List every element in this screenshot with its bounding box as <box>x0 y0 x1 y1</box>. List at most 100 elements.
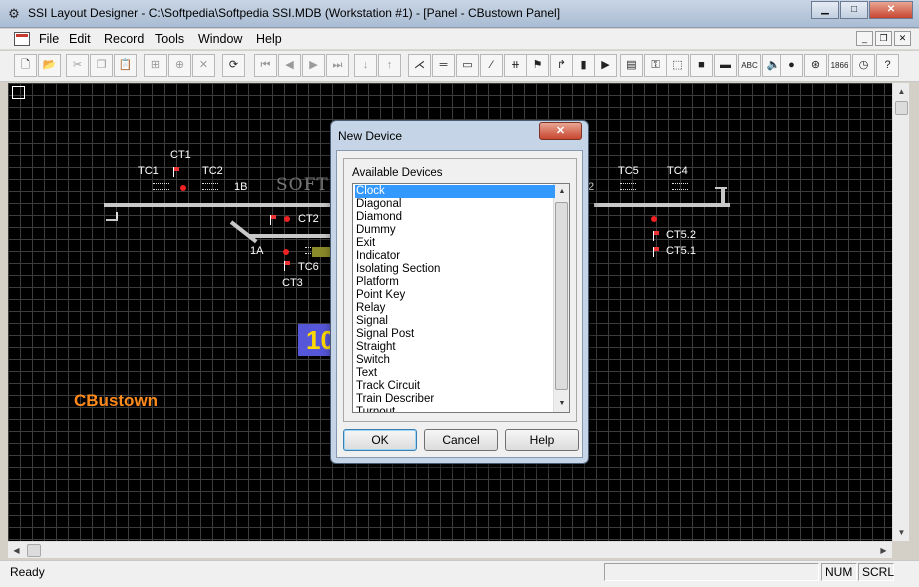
mdi-minimize-button[interactable]: _ <box>856 31 873 46</box>
platform-icon[interactable]: ▭ <box>456 54 479 77</box>
listbox-scrollbar[interactable]: ▲ ▼ <box>553 184 569 412</box>
text-icon[interactable]: ABC <box>738 54 761 77</box>
route-icon[interactable]: ▶ <box>594 54 617 77</box>
straight-icon[interactable]: ═ <box>432 54 455 77</box>
first-record-icon[interactable]: ⏮ <box>254 54 277 77</box>
list-item[interactable]: Relay <box>355 302 555 315</box>
label-tc2: TC2 <box>202 165 223 177</box>
list-item[interactable]: Signal <box>355 315 555 328</box>
list-item[interactable]: Switch <box>355 354 555 367</box>
list-item[interactable]: Platform <box>355 276 555 289</box>
track-diagonal <box>229 220 258 244</box>
help-button[interactable]: Help <box>505 429 579 451</box>
list-item[interactable]: Diagonal <box>355 198 555 211</box>
list-item[interactable]: Indicator <box>355 250 555 263</box>
ok-button[interactable]: OK <box>343 429 417 451</box>
toolbar: 🗋 📂 ✂ ❐ 📋 ⊞ ⊕ ✕ ⟳ ⏮ ◀ ▶ ⏭ ↓ ↑ ⋌ ═ ▭ ⁄ ⧺ ⚑ ↱ ▮ ▶ ▤ ⚿ ⬚ ■ ▬ ABC 🔈 ● ⊛ 1866 ◷… <box>0 51 919 82</box>
list-item[interactable]: Signal Post <box>355 328 555 341</box>
devices-listbox[interactable]: ▲ ▼ Clock Diagonal Diamond Dummy Exit Indicat… <box>352 183 570 413</box>
grey-block-icon[interactable]: ■ <box>690 54 713 77</box>
horizontal-scrollbar[interactable]: ◀ ▶ <box>8 541 892 558</box>
list-item[interactable]: Clock <box>355 185 555 198</box>
refresh-icon[interactable]: ⟳ <box>222 54 245 77</box>
scroll-up-icon[interactable]: ▲ <box>893 83 910 100</box>
menu-window[interactable]: Window <box>198 32 242 46</box>
signal-icon[interactable] <box>653 231 660 241</box>
list-scroll-up-icon[interactable]: ▲ <box>554 184 569 200</box>
point-key-icon[interactable]: ⚿ <box>644 54 667 77</box>
insert-record-icon[interactable]: ⊕ <box>168 54 191 77</box>
indicator-icon[interactable]: ▮ <box>572 54 595 77</box>
counter-icon[interactable]: 1866 <box>828 54 851 77</box>
menu-help[interactable]: Help <box>256 32 282 46</box>
list-item[interactable]: Isolating Section <box>355 263 555 276</box>
app-logo-icon[interactable]: ⚙ <box>6 6 22 22</box>
signal-icon[interactable] <box>284 261 291 271</box>
cut-icon[interactable]: ✂ <box>66 54 89 77</box>
scroll-down-icon[interactable]: ▼ <box>893 524 910 541</box>
label-ct1: CT1 <box>170 149 191 161</box>
delete-record-icon[interactable]: ✕ <box>192 54 215 77</box>
isolating-section-icon[interactable]: ⬚ <box>666 54 689 77</box>
signal-icon[interactable]: ⚑ <box>526 54 549 77</box>
list-item[interactable]: Turnout <box>355 406 555 412</box>
relay-icon[interactable]: ⊛ <box>804 54 827 77</box>
scroll-left-icon[interactable]: ◀ <box>8 542 25 559</box>
cancel-button[interactable]: Cancel <box>424 429 498 451</box>
diamond-icon[interactable]: ⧺ <box>504 54 527 77</box>
signal-post-icon[interactable]: ↱ <box>550 54 573 77</box>
signal-icon[interactable] <box>270 215 277 225</box>
dialog-body: Available Devices ▲ ▼ Clock Diagonal Diamo… <box>336 150 583 458</box>
last-record-icon[interactable]: ⏭ <box>326 54 349 77</box>
list-item[interactable]: Train Describer <box>355 393 555 406</box>
turnout-icon[interactable]: ⋌ <box>408 54 431 77</box>
next-record-icon[interactable]: ▶ <box>302 54 325 77</box>
paste-icon[interactable]: 📋 <box>114 54 137 77</box>
horizontal-scroll-thumb[interactable] <box>27 544 41 557</box>
maximize-button[interactable]: □ <box>840 1 868 19</box>
menu-file[interactable]: File <box>39 32 59 46</box>
sort-descending-icon[interactable]: ↑ <box>378 54 401 77</box>
previous-record-icon[interactable]: ◀ <box>278 54 301 77</box>
lamp-icon[interactable]: ● <box>780 54 803 77</box>
menu-edit[interactable]: Edit <box>69 32 91 46</box>
add-record-icon[interactable]: ⊞ <box>144 54 167 77</box>
list-scroll-down-icon[interactable]: ▼ <box>554 396 569 412</box>
list-item[interactable]: Text <box>355 367 555 380</box>
dialog-close-button[interactable]: ✕ <box>539 122 582 140</box>
diagonal-icon[interactable]: ⁄ <box>480 54 503 77</box>
list-item[interactable]: Dummy <box>355 224 555 237</box>
mdi-controls: _ ❐ ✕ <box>854 31 911 46</box>
vertical-scroll-thumb[interactable] <box>895 101 908 115</box>
list-scroll-thumb[interactable] <box>555 202 568 390</box>
open-folder-icon[interactable]: 📂 <box>38 54 61 77</box>
track-end-right <box>721 187 725 205</box>
mdi-restore-button[interactable]: ❐ <box>875 31 892 46</box>
sort-ascending-icon[interactable]: ↓ <box>354 54 377 77</box>
list-item[interactable]: Straight <box>355 341 555 354</box>
mdi-close-button[interactable]: ✕ <box>894 31 911 46</box>
signal-icon[interactable] <box>173 167 180 177</box>
close-button[interactable]: ✕ <box>869 1 913 19</box>
signal-icon[interactable] <box>653 247 660 257</box>
panel-name-label: CBustown <box>74 391 159 410</box>
window-controls: ▁ □ ✕ <box>810 1 913 19</box>
list-item[interactable]: Point Key <box>355 289 555 302</box>
track-circuit-icon[interactable]: ▤ <box>620 54 643 77</box>
menu-record[interactable]: Record <box>104 32 144 46</box>
vertical-scrollbar[interactable]: ▲ ▼ <box>892 83 909 541</box>
clock-icon[interactable]: ◷ <box>852 54 875 77</box>
new-device-dialog: New Device ✕ Available Devices ▲ ▼ Clock… <box>330 120 589 464</box>
list-item[interactable]: Diamond <box>355 211 555 224</box>
new-file-icon[interactable]: 🗋 <box>14 54 37 77</box>
train-describer-icon[interactable]: ▬ <box>714 54 737 77</box>
list-item[interactable]: Track Circuit <box>355 380 555 393</box>
list-item[interactable]: Exit <box>355 237 555 250</box>
copy-icon[interactable]: ❐ <box>90 54 113 77</box>
document-icon[interactable] <box>14 32 30 46</box>
help-icon[interactable]: ? <box>876 54 899 77</box>
label-ct5-2: CT5.2 <box>666 229 696 241</box>
scroll-right-icon[interactable]: ▶ <box>875 542 892 559</box>
menu-tools[interactable]: Tools <box>155 32 184 46</box>
minimize-button[interactable]: ▁ <box>811 1 839 19</box>
